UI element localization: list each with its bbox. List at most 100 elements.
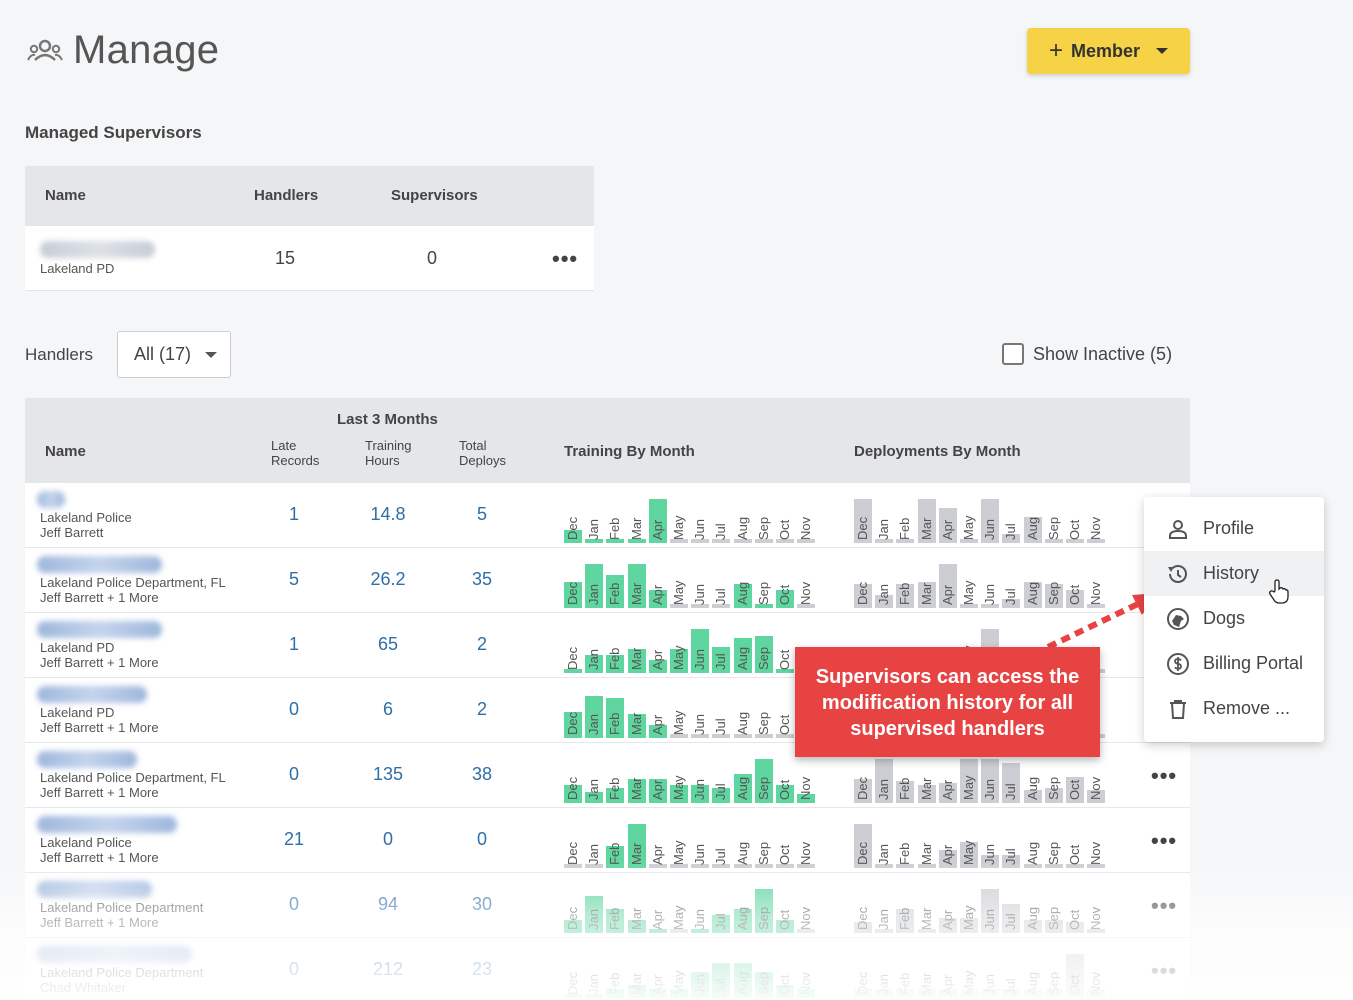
month-label: Apr	[649, 519, 665, 540]
month-tick-label: Mar	[918, 955, 936, 995]
month-tick-label: Sep	[1045, 825, 1063, 865]
month-tick-label: Oct	[776, 955, 794, 995]
month-label: Oct	[777, 649, 792, 670]
menu-item-billing-portal[interactable]: Billing Portal	[1144, 641, 1324, 686]
month-tick-label: Jun	[981, 890, 999, 930]
month-label: Apr	[649, 844, 665, 865]
month-label: Dec	[855, 841, 870, 865]
month-tick-label: Jun	[981, 760, 999, 800]
month-label: Dec	[855, 971, 870, 995]
checkbox-icon[interactable]	[1002, 343, 1024, 365]
menu-item-dogs[interactable]: Dogs	[1144, 596, 1324, 641]
redacted-name	[37, 686, 147, 703]
month-label: Jun	[692, 584, 708, 605]
month-label: May	[671, 970, 686, 995]
month-label: Jun	[692, 649, 708, 670]
month-tick-label: Jun	[981, 500, 999, 540]
month-tick-label: Sep	[1045, 890, 1063, 930]
people-icon	[27, 39, 63, 61]
month-label: May	[961, 905, 976, 930]
month-label: Jul	[1003, 978, 1019, 995]
month-label: Mar	[628, 517, 644, 540]
page-header: Manage	[27, 28, 219, 73]
month-label: Aug	[1024, 971, 1040, 995]
month-label: Aug	[1024, 516, 1040, 540]
more-icon[interactable]: •••	[552, 248, 578, 270]
training-by-month-chart: DecJanFebMarAprMayJunJulAugSepOctNov	[564, 686, 824, 738]
menu-item-history[interactable]: History	[1144, 551, 1324, 596]
month-label: Jul	[713, 848, 729, 865]
show-inactive-checkbox[interactable]: Show Inactive (5)	[1002, 343, 1172, 365]
redacted-name	[37, 621, 162, 638]
training-hours-value: 94	[377, 894, 399, 914]
month-label: Aug	[734, 646, 750, 670]
month-tick-label: May	[670, 955, 688, 995]
table-row[interactable]: Lakeland Police Jeff Barrett 1 14.8 5 De…	[25, 483, 1190, 548]
last-3-months-label: Last 3 Months	[337, 411, 438, 428]
month-tick-label: Sep	[1045, 500, 1063, 540]
month-tick-label: Mar	[918, 500, 936, 540]
month-tick-label: May	[960, 825, 978, 865]
handlers-filter-select[interactable]: All (17)	[117, 331, 231, 378]
month-tick-label: Jul	[712, 695, 730, 735]
table-row[interactable]: Lakeland Police Department, FL Jeff Barr…	[25, 548, 1190, 613]
month-label: Aug	[734, 906, 750, 930]
late-label-2: Records	[271, 453, 320, 468]
dollar-icon	[1167, 652, 1189, 675]
month-tick-label: Jul	[1002, 760, 1020, 800]
month-tick-label: Aug	[1024, 955, 1042, 995]
month-label: Jun	[692, 974, 708, 995]
table-row[interactable]: Lakeland Police Department Jeff Barrett …	[25, 873, 1190, 938]
month-tick-label: Aug	[1024, 760, 1042, 800]
month-tick-label: Sep	[755, 760, 773, 800]
more-icon[interactable]: •••	[1151, 895, 1177, 917]
month-tick-label: Jul	[1002, 565, 1020, 605]
more-icon[interactable]: •••	[1151, 830, 1177, 852]
plus-icon: +	[1048, 37, 1063, 64]
month-tick-label: Jun	[981, 565, 999, 605]
month-label: Jul	[1003, 783, 1019, 800]
month-tick-label: Jun	[691, 630, 709, 670]
month-tick-label: Mar	[628, 630, 646, 670]
month-tick-label: Jul	[712, 825, 730, 865]
month-label: Oct	[777, 714, 792, 735]
col-deployments-by-month: Deployments By Month	[854, 443, 1021, 460]
month-tick-label: Jun	[691, 695, 709, 735]
show-inactive-label: Show Inactive (5)	[1033, 343, 1173, 364]
table-row[interactable]: Lakeland Police Jeff Barrett + 1 More 21…	[25, 808, 1190, 873]
total-deploys-value: 2	[476, 699, 487, 719]
month-label: Sep	[755, 841, 771, 865]
col-name: Name	[45, 443, 86, 460]
add-member-button[interactable]: + Member	[1027, 28, 1190, 74]
more-icon[interactable]: •••	[1151, 960, 1177, 982]
month-label: Jun	[982, 909, 998, 930]
month-label: Apr	[649, 649, 665, 670]
handler-supervisor: Jeff Barrett + 1 More	[40, 720, 159, 735]
month-tick-label: Apr	[649, 630, 667, 670]
month-label: Sep	[755, 646, 771, 670]
handler-org: Lakeland Police	[40, 835, 132, 850]
deployments-by-month-chart: Dec Jan Feb Mar Apr May Jun Jul Aug Sep Oct Nov	[854, 881, 1114, 933]
table-row[interactable]: Lakeland PD 15 0 •••	[25, 226, 594, 291]
month-tick-label: Dec	[854, 955, 872, 995]
redacted-name	[37, 491, 65, 508]
menu-item-remove[interactable]: Remove ...	[1144, 686, 1324, 731]
deploys-label-2: Deploys	[459, 453, 506, 468]
month-label: Feb	[607, 582, 623, 605]
month-label: Oct	[1067, 844, 1082, 865]
month-tick-label: Apr	[649, 825, 667, 865]
month-tick-label: Mar	[628, 695, 646, 735]
more-icon[interactable]: •••	[1151, 765, 1177, 787]
month-tick-label: Oct	[776, 565, 794, 605]
month-label: Feb	[897, 517, 913, 540]
month-label: Mar	[918, 907, 934, 930]
month-tick-label: Nov	[1087, 955, 1105, 995]
month-tick-label: Jul	[712, 565, 730, 605]
month-tick-label: Feb	[606, 500, 624, 540]
table-row[interactable]: Lakeland Police Department Chad Whitaker…	[25, 938, 1190, 1000]
col-late-records: Late Records	[271, 438, 319, 468]
month-tick-label: Jan	[585, 760, 603, 800]
month-label: Jan	[876, 909, 892, 930]
menu-item-profile[interactable]: Profile	[1144, 506, 1324, 551]
month-label: May	[671, 840, 686, 865]
